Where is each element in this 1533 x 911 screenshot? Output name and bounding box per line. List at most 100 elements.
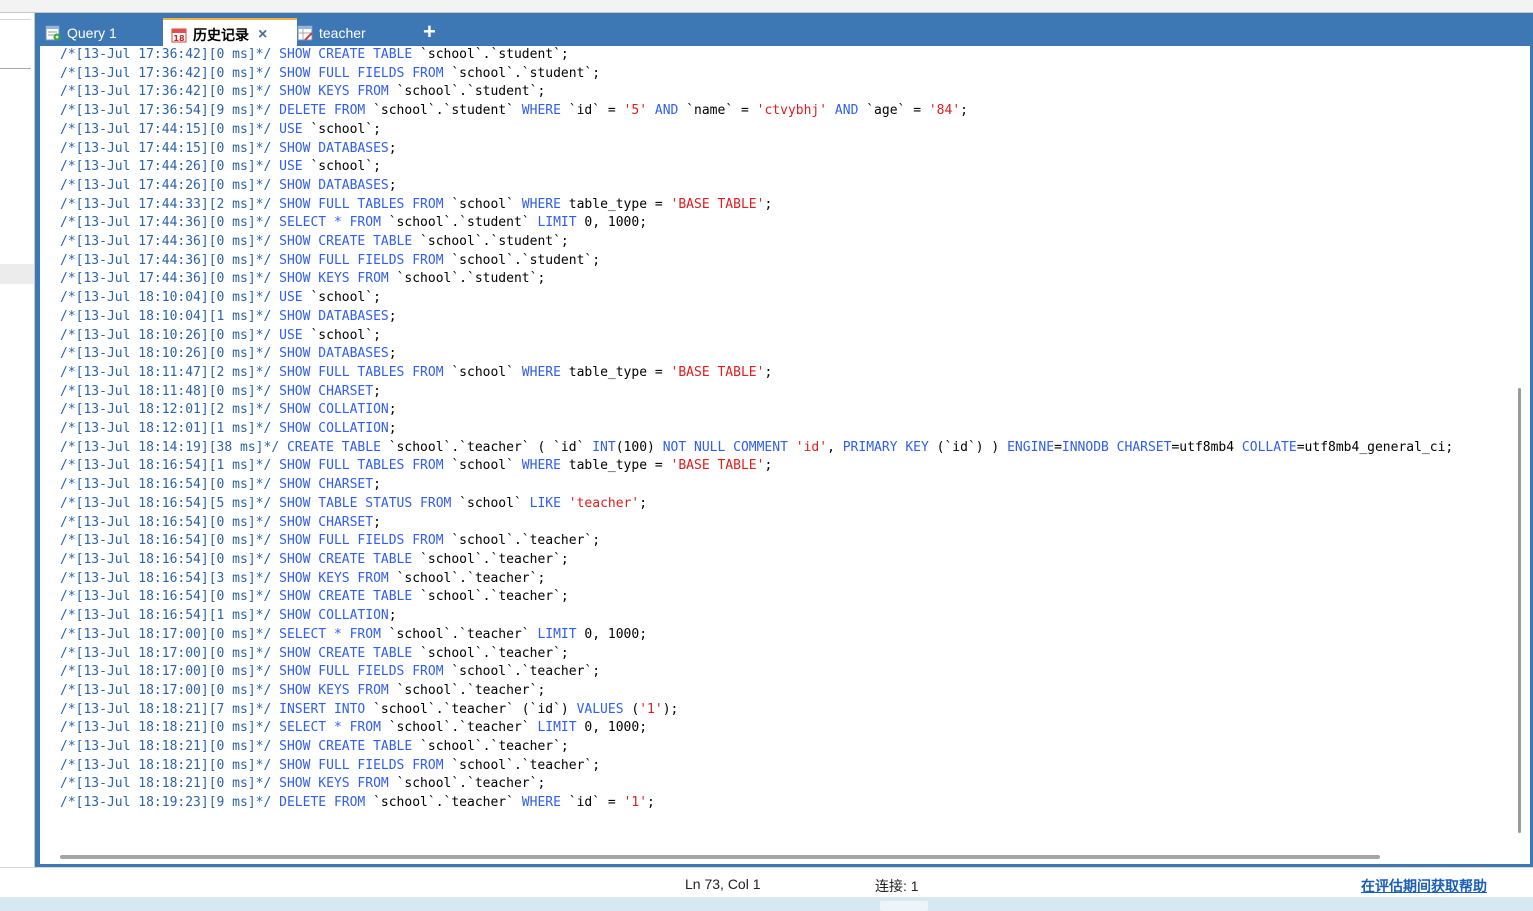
log-timestamp: /*[13-Jul 18:17:00][0 ms]*/	[60, 682, 280, 698]
log-timestamp: /*[13-Jul 18:10:26][0 ms]*/	[60, 327, 280, 343]
sql-text: table_type =	[568, 196, 671, 212]
log-line: /*[13-Jul 17:44:36][0 ms]*/ SHOW FULL FI…	[60, 252, 1453, 271]
sql-text: `school`	[459, 495, 530, 511]
sql-text: table_type =	[568, 364, 671, 380]
log-timestamp: /*[13-Jul 18:18:21][0 ms]*/	[60, 739, 280, 755]
sql-text: ;	[388, 308, 397, 324]
log-line: /*[13-Jul 18:18:21][7 ms]*/ INSERT INTO …	[60, 701, 1453, 720]
log-timestamp: /*[13-Jul 18:10:04][0 ms]*/	[60, 290, 280, 306]
sql-keyword: SHOW FULL FIELDS FROM	[279, 757, 452, 773]
sql-string: '5'	[623, 103, 655, 119]
horizontal-scroll-thumb[interactable]	[60, 855, 1380, 859]
sql-string: '84'	[928, 103, 961, 119]
sql-text: `school`.`student`;	[420, 234, 569, 250]
sql-keyword: DELETE FROM	[279, 795, 374, 811]
log-timestamp: /*[13-Jul 17:36:42][0 ms]*/	[60, 65, 280, 81]
sql-text: 0, 1000;	[584, 215, 648, 231]
sql-text: `id` =	[568, 795, 624, 811]
log-timestamp: /*[13-Jul 18:11:47][2 ms]*/	[60, 364, 280, 380]
sql-text: =utf8mb4	[1171, 439, 1242, 455]
sql-text: `school`.`student`;	[451, 252, 601, 268]
status-bar: Ln 73, Col 1 连接: 1 在评估期间获取帮助	[0, 867, 1533, 898]
sql-text: `school`.`teacher`;	[420, 589, 569, 605]
vertical-scroll-thumb[interactable]	[1518, 388, 1521, 833]
tab-history[interactable]: 18 历史记录 ×	[163, 18, 297, 49]
sql-text: `school`.`teacher`;	[451, 533, 601, 549]
sql-keyword: SHOW FULL FIELDS FROM	[279, 533, 452, 549]
log-line: /*[13-Jul 18:16:54][0 ms]*/ SHOW CHARSET…	[60, 476, 1453, 495]
log-line: /*[13-Jul 18:10:26][0 ms]*/ USE `school`…	[60, 327, 1453, 346]
sql-keyword: SHOW FULL TABLES FROM	[279, 458, 452, 474]
sql-keyword: SELECT * FROM	[279, 215, 389, 231]
log-timestamp: /*[13-Jul 17:36:54][9 ms]*/	[60, 103, 280, 119]
add-tab-button[interactable]: +	[423, 20, 436, 44]
sql-keyword: SHOW FULL TABLES FROM	[279, 364, 452, 380]
sql-text: `age` =	[866, 103, 929, 119]
log-line: /*[13-Jul 18:12:01][2 ms]*/ SHOW COLLATI…	[60, 401, 1453, 420]
log-line: /*[13-Jul 17:36:42][0 ms]*/ SHOW FULL FI…	[60, 65, 1453, 84]
log-timestamp: /*[13-Jul 18:17:00][0 ms]*/	[60, 664, 280, 680]
log-line: /*[13-Jul 18:16:54][0 ms]*/ SHOW CHARSET…	[60, 514, 1453, 533]
sql-keyword: SHOW CREATE TABLE	[279, 47, 421, 62]
log-timestamp: /*[13-Jul 18:18:21][0 ms]*/	[60, 776, 280, 792]
sql-text: =utf8mb4_general_ci;	[1296, 439, 1454, 455]
sql-text: `school`.`teacher`;	[420, 551, 569, 567]
sql-keyword: SHOW KEYS FROM	[279, 84, 397, 100]
vertical-scrollbar[interactable]	[1511, 46, 1530, 852]
sql-keyword: SHOW CREATE TABLE	[279, 645, 421, 661]
log-line: /*[13-Jul 17:44:36][0 ms]*/ SHOW CREATE …	[60, 233, 1453, 252]
horizontal-scrollbar[interactable]	[40, 852, 1530, 864]
cursor-position: Ln 73, Col 1	[685, 876, 761, 892]
history-log-editor[interactable]: /*[13-Jul 17:36:42][0 ms]*/ SHOW CREATE …	[40, 46, 1511, 852]
log-timestamp: /*[13-Jul 18:14:19][38 ms]*/	[60, 439, 287, 455]
log-timestamp: /*[13-Jul 17:44:36][0 ms]*/	[60, 234, 280, 250]
sql-keyword: WHERE	[521, 795, 569, 811]
log-line: /*[13-Jul 18:16:54][0 ms]*/ SHOW FULL FI…	[60, 532, 1453, 551]
sql-text: `school`.`teacher`;	[420, 645, 569, 661]
sql-text: ;	[373, 383, 381, 399]
sql-keyword: SHOW FULL FIELDS FROM	[279, 252, 452, 268]
sql-keyword: SHOW DATABASES	[279, 346, 389, 362]
sql-keyword: SHOW CHARSET	[279, 477, 374, 493]
sql-keyword: INT	[592, 439, 616, 455]
sql-keyword: SHOW COLLATION	[279, 608, 389, 624]
log-line: /*[13-Jul 18:18:21][0 ms]*/ SHOW KEYS FR…	[60, 775, 1453, 794]
sql-keyword: SHOW DATABASES	[279, 308, 389, 324]
log-timestamp: /*[13-Jul 17:44:26][0 ms]*/	[60, 177, 280, 193]
sql-keyword: SHOW CREATE TABLE	[279, 589, 421, 605]
log-timestamp: /*[13-Jul 17:36:42][0 ms]*/	[60, 84, 280, 100]
log-timestamp: /*[13-Jul 17:36:42][0 ms]*/	[60, 47, 280, 62]
object-filter-input[interactable]	[0, 19, 31, 69]
help-link[interactable]: 在评估期间获取帮助	[1361, 876, 1487, 896]
window-top-edge	[0, 0, 1533, 13]
sql-keyword: NOT NULL COMMENT	[662, 439, 796, 455]
tab-teacher[interactable]: teacher	[297, 19, 366, 46]
selected-tree-node[interactable]	[0, 264, 34, 284]
tab-label: teacher	[319, 24, 366, 41]
log-line: /*[13-Jul 18:10:04][1 ms]*/ SHOW DATABAS…	[60, 308, 1453, 327]
log-timestamp: /*[13-Jul 18:17:00][0 ms]*/	[60, 626, 280, 642]
log-timestamp: /*[13-Jul 17:44:15][0 ms]*/	[60, 140, 280, 156]
tab-label: Query 1	[67, 24, 117, 41]
sql-text: `school`.`student`;	[396, 271, 546, 287]
taskbar	[0, 897, 1533, 911]
sql-text: =	[1054, 439, 1062, 455]
log-timestamp: /*[13-Jul 18:16:54][1 ms]*/	[60, 458, 280, 474]
log-line: /*[13-Jul 17:36:42][0 ms]*/ SHOW KEYS FR…	[60, 83, 1453, 102]
sql-keyword: LIMIT	[537, 720, 585, 736]
sql-text: `name` =	[686, 103, 757, 119]
sql-text: ;	[647, 795, 655, 811]
close-tab-button[interactable]: ×	[258, 26, 267, 44]
log-line: /*[13-Jul 18:18:21][0 ms]*/ SHOW FULL FI…	[60, 757, 1453, 776]
sql-keyword: WHERE	[521, 458, 569, 474]
tab-query-1[interactable]: Query 1	[45, 19, 117, 46]
log-line: /*[13-Jul 18:19:23][9 ms]*/ DELETE FROM …	[60, 794, 1453, 813]
sql-text: `school`	[451, 364, 522, 380]
sql-text: ;	[639, 495, 648, 511]
sql-keyword: INNODB CHARSET	[1061, 439, 1172, 455]
log-line: /*[13-Jul 17:36:54][9 ms]*/ DELETE FROM …	[60, 102, 1453, 121]
sql-text: 0, 1000;	[584, 626, 648, 642]
taskbar-button[interactable]	[880, 901, 928, 911]
log-line: /*[13-Jul 17:44:26][0 ms]*/ USE `school`…	[60, 158, 1453, 177]
sql-text: ;	[388, 140, 397, 156]
